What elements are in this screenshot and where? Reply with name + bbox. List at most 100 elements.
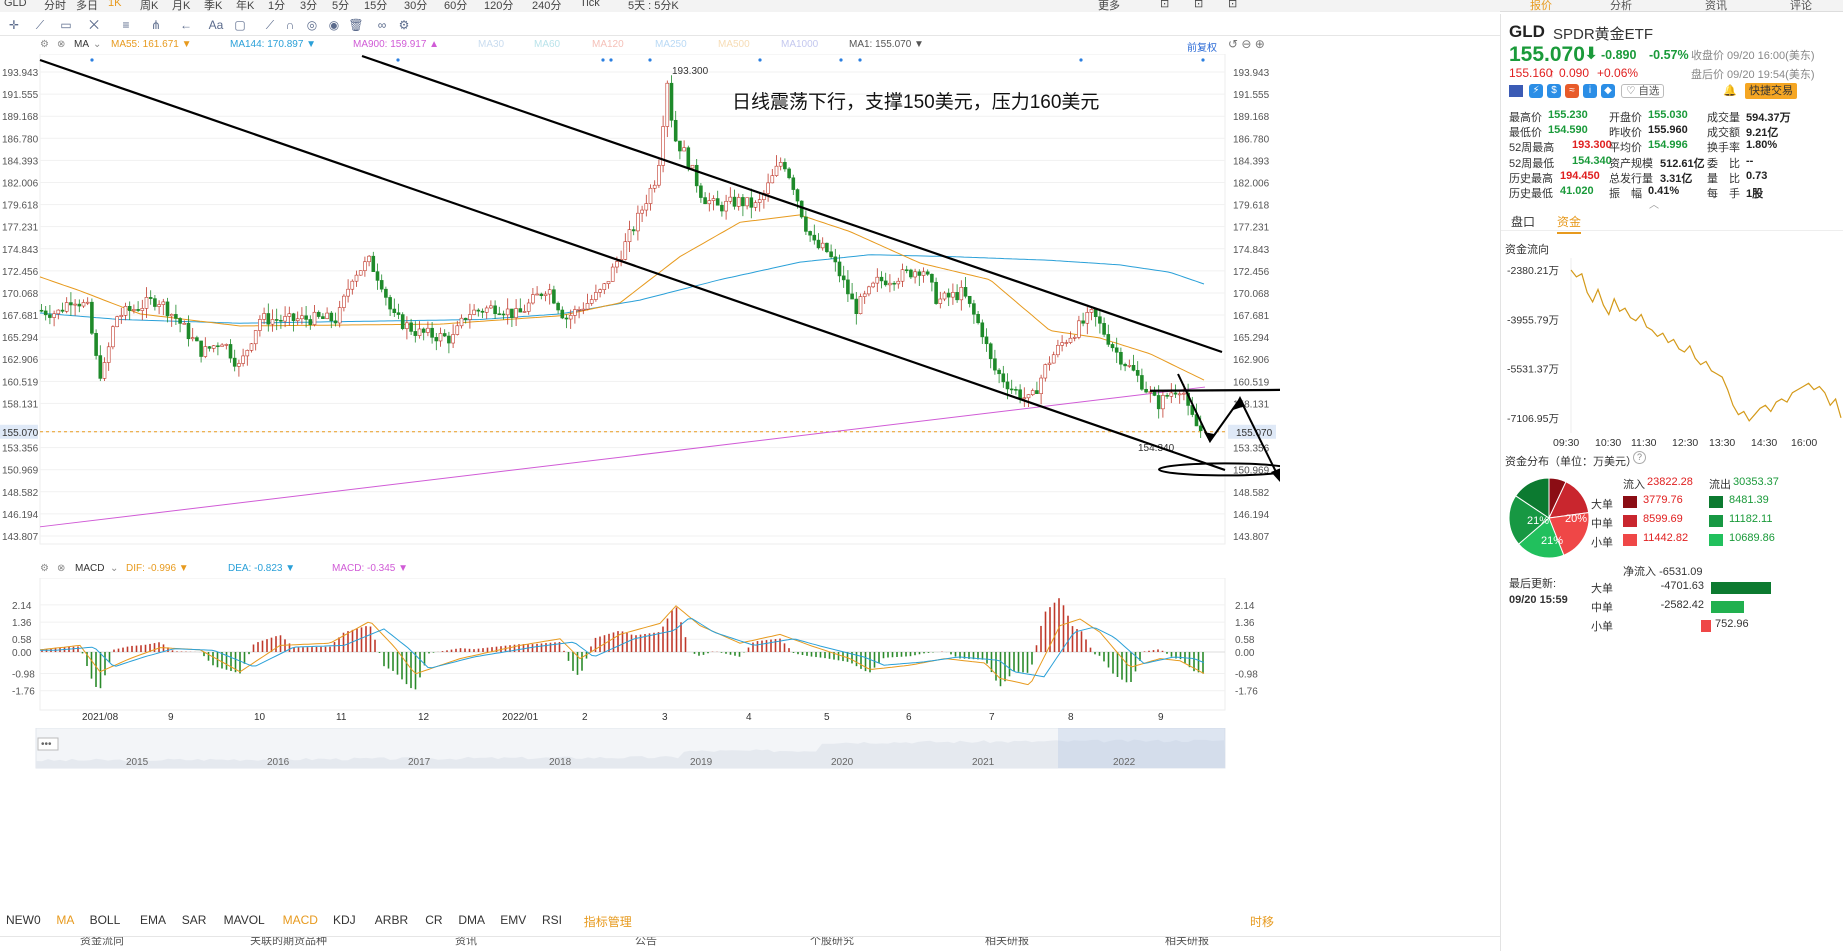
ma-legend-item[interactable]: MA250 <box>655 39 687 50</box>
candle-body <box>938 298 943 304</box>
zoom-controls[interactable]: ↺ ⊖ ⊕ <box>1228 37 1265 51</box>
period-tab[interactable]: 多日 <box>76 0 98 12</box>
line-tool-icon[interactable]: ⟋ <box>32 17 48 33</box>
top-tool-button[interactable]: ⊡ <box>1228 0 1237 10</box>
comment-icon[interactable]: ▢ <box>232 17 248 33</box>
bottom-strip-tab[interactable]: 资金流向 <box>80 937 124 948</box>
period-tab[interactable]: 30分 <box>404 0 427 12</box>
pitchfork-icon[interactable]: ⋔ <box>148 17 164 33</box>
period-tab[interactable]: 120分 <box>484 0 513 12</box>
help-icon[interactable]: ? <box>1633 451 1646 464</box>
period-tab[interactable]: 3分 <box>300 0 317 12</box>
magnet-icon[interactable]: ∩ <box>282 17 298 33</box>
settings-icon[interactable]: ⚙ <box>396 17 412 33</box>
candlestick-chart[interactable]: 193.943 193.943 191.555 191.555 189.168 189.1… <box>0 54 1280 559</box>
dist-row-name: 小单 <box>1591 537 1613 549</box>
ma-legend-item[interactable]: MA120 <box>592 39 624 50</box>
bottom-strip-tab[interactable]: 公告 <box>635 937 657 948</box>
ma-legend-item[interactable]: MA900: 159.917 ▲ <box>353 39 439 50</box>
macd-chart[interactable]: 2.14 2.14 1.36 1.36 0.58 0.58 0.00 0.00 -0.98 -0.… <box>0 578 1280 728</box>
quick-trade-button[interactable]: 快捷交易 <box>1745 83 1797 99</box>
period-tab[interactable]: 分时 <box>44 0 66 12</box>
tag-icon[interactable]: ◆ <box>1601 84 1615 98</box>
period-tab[interactable]: GLD <box>4 0 27 9</box>
indicator-tab[interactable]: 指标管理 <box>584 913 632 930</box>
indicator-tab[interactable]: NEW0 <box>6 913 41 927</box>
channel-tool-icon[interactable]: ≡ <box>118 17 134 33</box>
indicator-tab[interactable]: RSI <box>542 913 562 927</box>
close-icon[interactable]: ⊗ <box>57 39 65 50</box>
indicator-tab[interactable]: ARBR <box>375 913 408 927</box>
info-icon[interactable]: i <box>1583 84 1597 98</box>
ma-legend-item[interactable]: MA1000 <box>781 39 818 50</box>
fib-tool-icon[interactable]: ⨉ <box>86 17 102 33</box>
news-icon[interactable]: ≈ <box>1565 84 1579 98</box>
indicator-tab[interactable]: DMA <box>458 913 485 927</box>
period-tab[interactable]: 5分 <box>332 0 349 12</box>
period-tab[interactable]: 5天 : 5分K <box>628 0 679 12</box>
adjust-label[interactable]: 前复权 <box>1187 39 1217 54</box>
ma-legend-item[interactable]: MA1: 155.070 ▼ <box>849 39 924 50</box>
top-tool-button[interactable]: ⊡ <box>1194 0 1203 10</box>
period-tab[interactable]: 月K <box>172 0 190 12</box>
bottom-strip-tab[interactable]: 相关研报 <box>1165 937 1209 948</box>
indicator-tab[interactable]: BOLL <box>90 913 121 927</box>
indicator-tab[interactable]: MA <box>56 913 74 927</box>
rect-tool-icon[interactable]: ▭ <box>58 17 74 33</box>
timeline-navigator[interactable]: ••• 2015 2016 2017 2018 2019 2020 2021 2022 <box>0 728 1280 770</box>
bottom-strip-tab[interactable]: 资讯 <box>455 937 477 948</box>
gear-icon[interactable]: ⚙ <box>40 39 49 50</box>
right-tab[interactable]: 资讯 <box>1705 0 1727 11</box>
indicator-tab[interactable]: MACD <box>283 913 318 927</box>
bell-icon[interactable]: 🔔 <box>1723 84 1737 98</box>
indicator-tab[interactable]: EMA <box>140 913 166 927</box>
bottom-strip-tab[interactable]: 个股研究 <box>810 937 854 948</box>
link-icon[interactable]: ∞ <box>374 17 390 33</box>
crosshair-icon[interactable]: ✛ <box>6 17 22 33</box>
ma-legend-item[interactable]: MA500 <box>718 39 750 50</box>
close-icon[interactable]: ⊗ <box>57 563 65 574</box>
period-tab[interactable]: 1分 <box>268 0 285 12</box>
tab-fund[interactable]: 资金 <box>1557 213 1582 234</box>
dollar-icon[interactable]: $ <box>1547 84 1561 98</box>
tab-orderbook[interactable]: 盘口 <box>1511 213 1535 230</box>
bottom-strip-tab[interactable]: 关联的期货品种 <box>250 937 327 948</box>
ma-legend-item[interactable]: MA30 <box>478 39 504 50</box>
eye-icon[interactable]: ◎ <box>304 17 320 33</box>
text-tool-icon[interactable]: Aa <box>208 17 224 33</box>
bottom-strip-tab[interactable]: 相关研报 <box>985 937 1029 948</box>
right-tab[interactable]: 分析 <box>1610 0 1632 11</box>
period-tab[interactable]: Tick <box>580 0 600 9</box>
top-tool-button[interactable]: ⊡ <box>1160 0 1169 10</box>
chevron-down-icon[interactable]: ⌄ <box>110 563 118 574</box>
collapse-icon[interactable]: ︿ <box>1649 196 1659 211</box>
right-tab[interactable]: 报价 <box>1530 0 1552 11</box>
ruler-icon[interactable]: ⟋ <box>262 17 278 33</box>
period-tab[interactable]: 240分 <box>532 0 561 12</box>
gear-icon[interactable]: ⚙ <box>40 563 49 574</box>
indicator-tab[interactable]: MAVOL <box>224 913 265 927</box>
chevron-down-icon[interactable]: ⌄ <box>93 39 101 50</box>
period-tab[interactable]: 1K <box>108 0 121 9</box>
time-shift-button[interactable]: 时移 <box>1250 913 1274 930</box>
period-tab[interactable]: 15分 <box>364 0 387 12</box>
lightning-icon[interactable]: ⚡ <box>1529 84 1543 98</box>
top-tool-button[interactable]: 更多 <box>1098 0 1120 12</box>
indicator-tab[interactable]: CR <box>425 913 442 927</box>
indicator-tab[interactable]: SAR <box>182 913 207 927</box>
period-tab[interactable]: 季K <box>204 0 222 12</box>
period-tab[interactable]: 60分 <box>444 0 467 12</box>
indicator-tab[interactable]: EMV <box>500 913 526 927</box>
trash-icon[interactable]: 🗑 <box>348 17 364 33</box>
period-tab[interactable]: 年K <box>236 0 254 12</box>
right-tab[interactable]: 评论 <box>1790 0 1812 11</box>
ma-legend-item[interactable]: MA144: 170.897 ▼ <box>230 39 316 50</box>
arrow-tool-icon[interactable]: ← <box>178 17 194 33</box>
ma-legend-item[interactable]: MA55: 161.671 ▼ <box>111 39 192 50</box>
period-tab[interactable]: 周K <box>140 0 158 12</box>
fund-flow-chart[interactable]: -2380.21万 -3955.79万 -5531.37万 -7106.95万 09:3… <box>1501 258 1843 458</box>
add-watchlist-button[interactable]: ♡ 自选 <box>1621 84 1665 98</box>
indicator-tab[interactable]: KDJ <box>333 913 356 927</box>
ma-legend-item[interactable]: MA60 <box>534 39 560 50</box>
lock-icon[interactable]: ◉ <box>326 17 342 33</box>
